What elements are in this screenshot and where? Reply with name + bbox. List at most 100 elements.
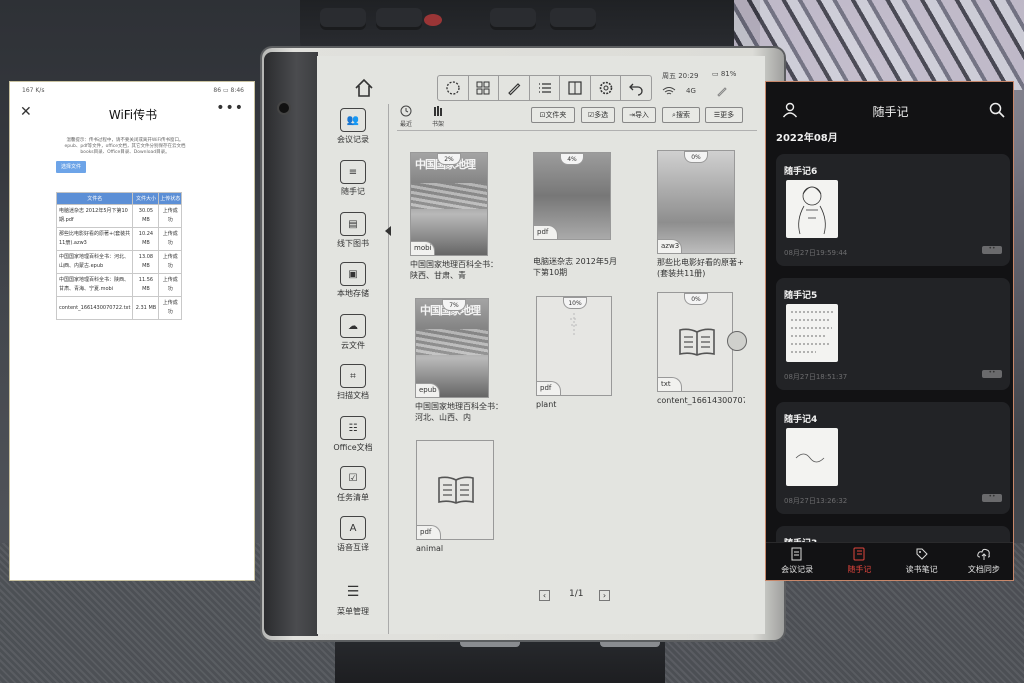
search-button[interactable]: ⌕ 搜索 (662, 107, 700, 123)
next-page-button[interactable]: › (599, 590, 610, 601)
multi-select-button[interactable]: ☑ 多选 (581, 107, 615, 123)
nav-local-storage[interactable]: ▣ 本地存储 (317, 262, 389, 299)
note-card[interactable]: 随手记4 08月27日13:26:32 •• (776, 402, 1010, 514)
menu-icon: ☰ (346, 584, 360, 600)
library-toolbar: 最近 书架 ⊡ 文件夹 ☑ 多选 ⇥ 导入 ⌕ 搜索 ☰ 更多 (397, 104, 757, 132)
nav-label: 云文件 (341, 341, 365, 350)
note-card[interactable]: 随手记6 08月27日19:59:44 •• (776, 154, 1010, 266)
book-icon: ▤ (340, 212, 366, 236)
note-menu-button[interactable]: •• (982, 494, 1002, 502)
format-badge: txt (658, 377, 682, 391)
front-camera (279, 103, 289, 113)
nav-tasks[interactable]: ☑ 任务清单 (317, 466, 389, 503)
settings-icon[interactable] (591, 76, 622, 100)
search-icon[interactable] (989, 102, 1005, 118)
pen-icon[interactable] (499, 76, 530, 100)
tab-reading-notes[interactable]: 读书笔记 (891, 543, 953, 580)
hint-text: 温馨提示：传书过程中，请不要关闭或离开WiFi传书窗口。epub、pdf等文件，… (64, 138, 186, 155)
save-icon: ▣ (340, 262, 366, 286)
shelf-label: 书架 (431, 121, 444, 128)
book-item[interactable]: 中国国家地理 2% mobi 中国国家地理百科全书：陕西、甘肃、青 (410, 152, 504, 281)
table-row: 中国国家地理百科全书：陕西、甘肃、青海、宁夏.mobi 11.56 MB 上传成… (55, 273, 182, 297)
list-icon[interactable] (530, 76, 561, 100)
note-title: 随手记4 (784, 415, 818, 425)
book-title: animal (416, 544, 444, 553)
book-item[interactable]: 10% pdf plant (536, 296, 630, 410)
progress-badge: 10% (563, 297, 587, 309)
book-item[interactable]: 4% pdf 电脑迷杂志 2012年5月下第10期 (533, 152, 627, 278)
open-book-icon (438, 476, 474, 504)
progress-badge: 0% (684, 293, 708, 305)
month-heading: 2022年08月 (776, 133, 838, 144)
book-item[interactable]: 0% azw3 那些比电影好看的原著+(套装共11册) (657, 150, 751, 279)
top-toolbar: 周五 20:29 ▭ 81% 4G (317, 70, 765, 103)
nav-cloud-files[interactable]: ☁ 云文件 (317, 314, 389, 351)
home-icon[interactable] (352, 76, 376, 100)
nav-scan-docs[interactable]: ⌗ 扫描文档 (317, 364, 389, 401)
tab-quick-notes[interactable]: 随手记 (828, 543, 890, 580)
nav-meeting-notes[interactable]: 👥 会议记录 (317, 108, 389, 145)
note-menu-button[interactable]: •• (982, 246, 1002, 254)
file-name: 那些比电影好看的原著+(套装共11册).azw3 (55, 227, 134, 251)
upload-table: 文件名 文件大小 上传状态 电脑迷杂志 2012年5月下第10期.pdf 30.… (55, 192, 182, 320)
page-indicator: 1/1 (569, 589, 584, 599)
note-menu-button[interactable]: •• (982, 370, 1002, 378)
book-item[interactable]: 中国国家地理 7% epub 中国国家地理百科全书：河北、山西、内 (415, 298, 509, 423)
nav-voice-translate[interactable]: A 语音互译 (317, 516, 389, 553)
nav-offline-books[interactable]: ▤ 线下图书 (317, 212, 389, 249)
nav-office-docs[interactable]: ☷ Office文档 (317, 416, 389, 453)
status-day-time: 周五 20:29 (662, 72, 699, 80)
refresh-icon[interactable] (438, 76, 469, 100)
book-title: 中国国家地理百科全书：陕西、甘肃、青 (410, 260, 498, 280)
wifi-icon (662, 87, 676, 95)
format-badge: pdf (417, 525, 441, 539)
apps-icon[interactable] (469, 76, 500, 100)
table-row: content_1661430070722.txt 2.31 MB 上传成功 (55, 296, 182, 320)
tab-meeting-notes[interactable]: 会议记录 (766, 543, 828, 580)
handwriting-scribble (795, 453, 825, 463)
handwriting-lines (791, 311, 833, 353)
prev-page-button[interactable]: ‹ (539, 590, 550, 601)
search-label: 搜索 (675, 111, 690, 119)
more-icon[interactable]: ••• (216, 100, 244, 116)
back-icon[interactable] (621, 76, 651, 100)
net-speed: 167 K/s (22, 87, 45, 94)
notepad-icon: ≡ (340, 160, 366, 184)
note-card[interactable]: 随手记5 08月27日18:51:37 •• (776, 278, 1010, 390)
nav-label: 菜单管理 (337, 607, 369, 616)
more-button[interactable]: ☰ 更多 (705, 107, 743, 123)
progress-badge: 7% (442, 299, 466, 311)
book-title: content_1661430070722 (657, 396, 745, 405)
file-size: 13.08 MB (132, 250, 160, 274)
upload-status: 上传成功 (158, 250, 182, 274)
tab-doc-sync[interactable]: 文档同步 (953, 543, 1013, 580)
folder-button[interactable]: ⊡ 文件夹 (531, 107, 575, 123)
key-shape (376, 8, 422, 30)
scroll-handle[interactable] (727, 331, 747, 351)
nav-menu-manage[interactable]: ☰ 菜单管理 (317, 580, 389, 617)
choose-file-button[interactable]: 选择文件 (56, 161, 86, 173)
phone-time: 86 ▭ 8:46 (213, 87, 244, 94)
split-view-icon[interactable] (560, 76, 591, 100)
network-type: 4G (686, 87, 696, 95)
file-size: 10.24 MB (132, 227, 160, 251)
red-light (424, 14, 442, 26)
book-title: 中国国家地理百科全书：河北、山西、内 (415, 402, 503, 422)
key-shape (550, 8, 596, 30)
note-date: 08月27日18:51:37 (784, 373, 848, 381)
table-row: 电脑迷杂志 2012年5月下第10期.pdf 30.05 MB 上传成功 (55, 204, 182, 228)
nav-quick-notes[interactable]: ≡ 随手记 (317, 160, 389, 197)
wifi-transfer-screen: 167 K/s 86 ▭ 8:46 ✕ WiFi传书 ••• 温馨提示：传书过程… (9, 81, 255, 581)
battery-indicator: ▭ 81% (712, 70, 737, 78)
import-button[interactable]: ⇥ 导入 (622, 107, 656, 123)
format-badge: azw3 (658, 239, 682, 253)
upload-status: 上传成功 (158, 227, 182, 251)
format-badge: epub (416, 383, 440, 397)
key-shape (320, 8, 366, 30)
progress-badge: 0% (684, 151, 708, 163)
shelf-tab[interactable]: 书架 (429, 105, 447, 128)
notebook-icon (853, 547, 865, 561)
book-item[interactable]: pdf animal (416, 440, 510, 554)
recent-tab[interactable]: 最近 (397, 105, 415, 128)
toolbar-divider (397, 130, 757, 131)
